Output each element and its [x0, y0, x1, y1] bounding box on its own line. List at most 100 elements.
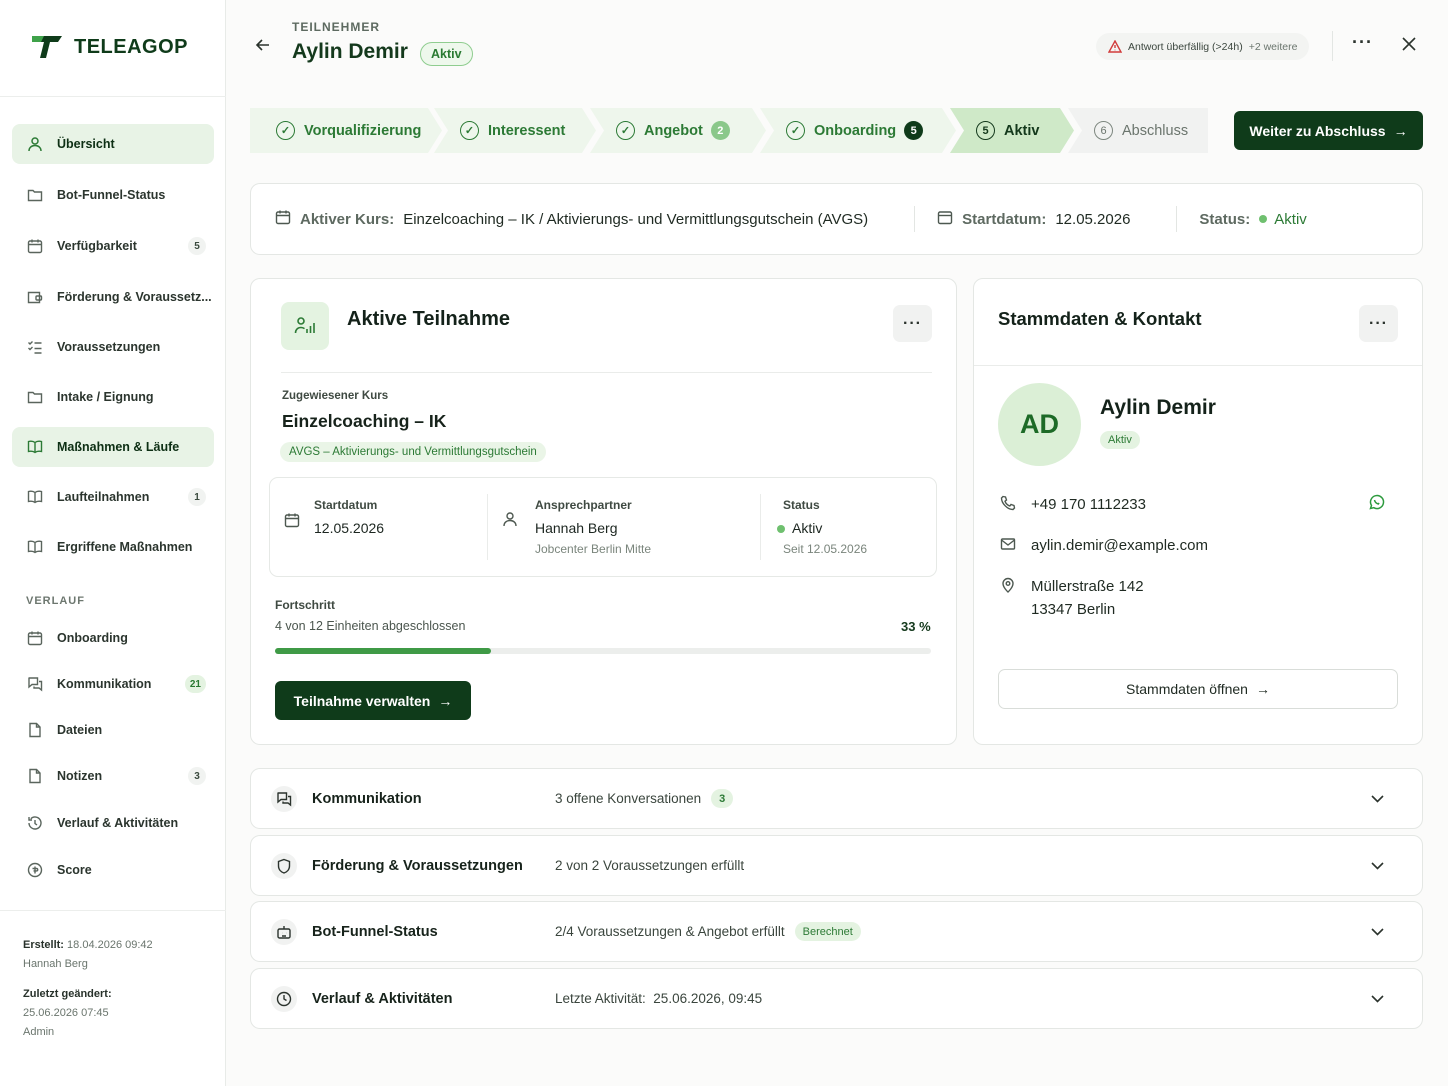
created-label: Erstellt:: [23, 939, 64, 951]
sidebar-item-label: Onboarding: [57, 631, 128, 645]
address-city: 13347 Berlin: [1031, 601, 1116, 618]
contact-person-label: Ansprechpartner: [535, 498, 632, 512]
sidebar-item-ergriffene-massnahmen[interactable]: Ergriffene Maßnahmen: [12, 527, 214, 567]
sidebar-item-intake[interactable]: Intake / Eignung: [12, 377, 214, 417]
email-row[interactable]: aylin.demir@example.com: [998, 534, 1208, 557]
accordion-kommunikation[interactable]: Kommunikation 3 offene Konversationen 3: [250, 768, 1423, 829]
warning-icon: [1108, 40, 1122, 53]
phone-row[interactable]: +49 170 1112233: [998, 493, 1146, 516]
chevron-down-icon: [1371, 790, 1384, 808]
sidebar-item-foerderung[interactable]: Förderung & Voraussetz...: [12, 277, 214, 317]
chevron-down-icon: [1371, 857, 1384, 875]
step-abschluss[interactable]: 6 Abschluss: [1068, 108, 1208, 153]
sidebar-item-label: Dateien: [57, 723, 103, 737]
logo[interactable]: TELEAGOP: [30, 32, 188, 62]
contact-status-badge: Aktiv: [1100, 431, 1140, 449]
folder-icon: [26, 186, 44, 204]
step-label: Interessent: [488, 122, 566, 139]
accordion-title: Verlauf & Aktivitäten: [312, 990, 453, 1007]
created-value: 18.04.2026 09:42: [67, 939, 153, 951]
step-interessent[interactable]: ✓ Interessent: [434, 108, 596, 153]
sidebar-item-onboarding[interactable]: Onboarding: [12, 618, 214, 658]
page-title: Aylin Demir: [292, 40, 408, 63]
course-tag: AVGS – Aktivierungs- und Vermittlungsgut…: [280, 442, 546, 462]
start-date-value: 12.05.2026: [314, 520, 385, 536]
contact-name: Aylin Demir: [1100, 396, 1216, 419]
accordion-summary: 2/4 Voraussetzungen & Angebot erfüllt Ber…: [555, 922, 861, 941]
next-stage-button[interactable]: Weiter zu Abschluss →: [1234, 111, 1423, 150]
sidebar-item-label: Score: [57, 863, 92, 877]
divider: [760, 494, 761, 560]
book-icon: [26, 488, 44, 506]
sidebar-item-verlauf-aktivitaeten[interactable]: Verlauf & Aktivitäten: [12, 803, 214, 843]
sidebar-item-massnahmen[interactable]: Maßnahmen & Läufe: [12, 427, 214, 467]
address-row: Müllerstraße 142 13347 Berlin: [998, 575, 1144, 621]
chat-icon: [271, 785, 297, 812]
sidebar-item-label: Voraussetzungen: [57, 340, 161, 354]
calendar-icon: [26, 237, 44, 255]
folder-icon: [26, 388, 44, 406]
changed-by: Admin: [23, 1026, 55, 1038]
contact-person-name: Hannah Berg: [535, 520, 618, 536]
back-arrow-icon[interactable]: [254, 36, 272, 60]
contact-more-button[interactable]: ···: [1359, 305, 1398, 342]
contact-title: Stammdaten & Kontakt: [998, 308, 1202, 329]
sidebar-item-uebersicht[interactable]: Übersicht: [12, 124, 214, 164]
alert-more: +2 weitere: [1248, 40, 1298, 53]
status-value: Aktiv: [1274, 210, 1307, 228]
logo-icon: [32, 36, 62, 58]
calendar-icon: [284, 512, 300, 533]
start-date-label: Startdatum: [314, 498, 378, 512]
created-meta: Erstellt: 18.04.2026 09:42 Hannah Berg: [23, 936, 153, 974]
sidebar-item-dateien[interactable]: Dateien: [12, 710, 214, 750]
start-value: 12.05.2026: [1055, 210, 1131, 228]
sidebar-item-notizen[interactable]: Notizen 3: [12, 756, 214, 796]
sidebar-item-verfuegbarkeit[interactable]: Verfügbarkeit 5: [12, 226, 214, 266]
sidebar-divider: [0, 96, 226, 97]
step-aktiv[interactable]: 5 Aktiv: [950, 108, 1074, 153]
participation-more-button[interactable]: ···: [893, 305, 932, 342]
status-since: Seit 12.05.2026: [783, 542, 868, 556]
phone-icon: [998, 493, 1018, 511]
sidebar-item-bot-funnel-status[interactable]: Bot-Funnel-Status: [12, 175, 214, 215]
step-count: 2: [711, 121, 730, 140]
divider: [914, 206, 916, 232]
accordion-summary: 3 offene Konversationen 3: [555, 789, 734, 808]
count-badge: 5: [188, 237, 206, 255]
whatsapp-icon[interactable]: [1368, 494, 1385, 516]
accordion-summary: 2 von 2 Voraussetzungen erfüllt: [555, 858, 744, 873]
check-circle-icon: ✓: [616, 121, 635, 140]
book-icon: [26, 438, 44, 456]
step-angebot[interactable]: ✓ Angebot 2: [590, 108, 766, 153]
contact-person-org: Jobcenter Berlin Mitte: [535, 542, 652, 556]
start-label: Startdatum:: [962, 210, 1047, 228]
sidebar-item-score[interactable]: Score: [12, 850, 214, 890]
manage-participation-label: Teilnahme verwalten: [293, 692, 431, 709]
progress-bar-fill: [275, 648, 492, 654]
accordion-title: Förderung & Voraussetzungen: [312, 857, 523, 874]
sidebar-item-kommunikation[interactable]: Kommunikation 21: [12, 664, 214, 704]
accordion-verlauf-aktivitaeten[interactable]: Verlauf & Aktivitäten Letzte Aktivität: …: [250, 968, 1423, 1029]
step-vorqualifizierung[interactable]: ✓ Vorqualifizierung: [250, 108, 442, 153]
history-icon: [26, 814, 44, 832]
next-stage-label: Weiter zu Abschluss: [1249, 122, 1386, 139]
accordion-foerderung[interactable]: Förderung & Voraussetzungen 2 von 2 Vora…: [250, 835, 1423, 896]
sidebar-item-label: Laufteilnahmen: [57, 490, 150, 504]
sidebar-item-label: Maßnahmen & Läufe: [57, 440, 180, 454]
accordion-bot-funnel-status[interactable]: Bot-Funnel-Status 2/4 Voraussetzungen & …: [250, 901, 1423, 962]
manage-participation-button[interactable]: Teilnahme verwalten →: [275, 681, 471, 720]
step-number-icon: 5: [976, 121, 995, 140]
file-icon: [26, 721, 44, 739]
sidebar-item-voraussetzungen[interactable]: Voraussetzungen: [12, 327, 214, 367]
accordion-summary: Letzte Aktivität: 25.06.2026, 09:45: [555, 991, 762, 1006]
overdue-alert[interactable]: Antwort überfällig (>24h) +2 weitere: [1096, 33, 1310, 60]
close-icon[interactable]: [1402, 31, 1416, 57]
active-course-bar: Aktiver Kurs: Einzelcoaching – IK / Akti…: [250, 183, 1423, 255]
sidebar-item-laufteilnahmen[interactable]: Laufteilnahmen 1: [12, 477, 214, 517]
more-options-icon[interactable]: ···: [1352, 32, 1373, 53]
book-icon: [26, 538, 44, 556]
step-onboarding[interactable]: ✓ Onboarding 5: [760, 108, 956, 153]
wallet-icon: [26, 288, 44, 306]
open-master-data-button[interactable]: Stammdaten öffnen →: [998, 669, 1398, 709]
bot-icon: [271, 918, 297, 945]
